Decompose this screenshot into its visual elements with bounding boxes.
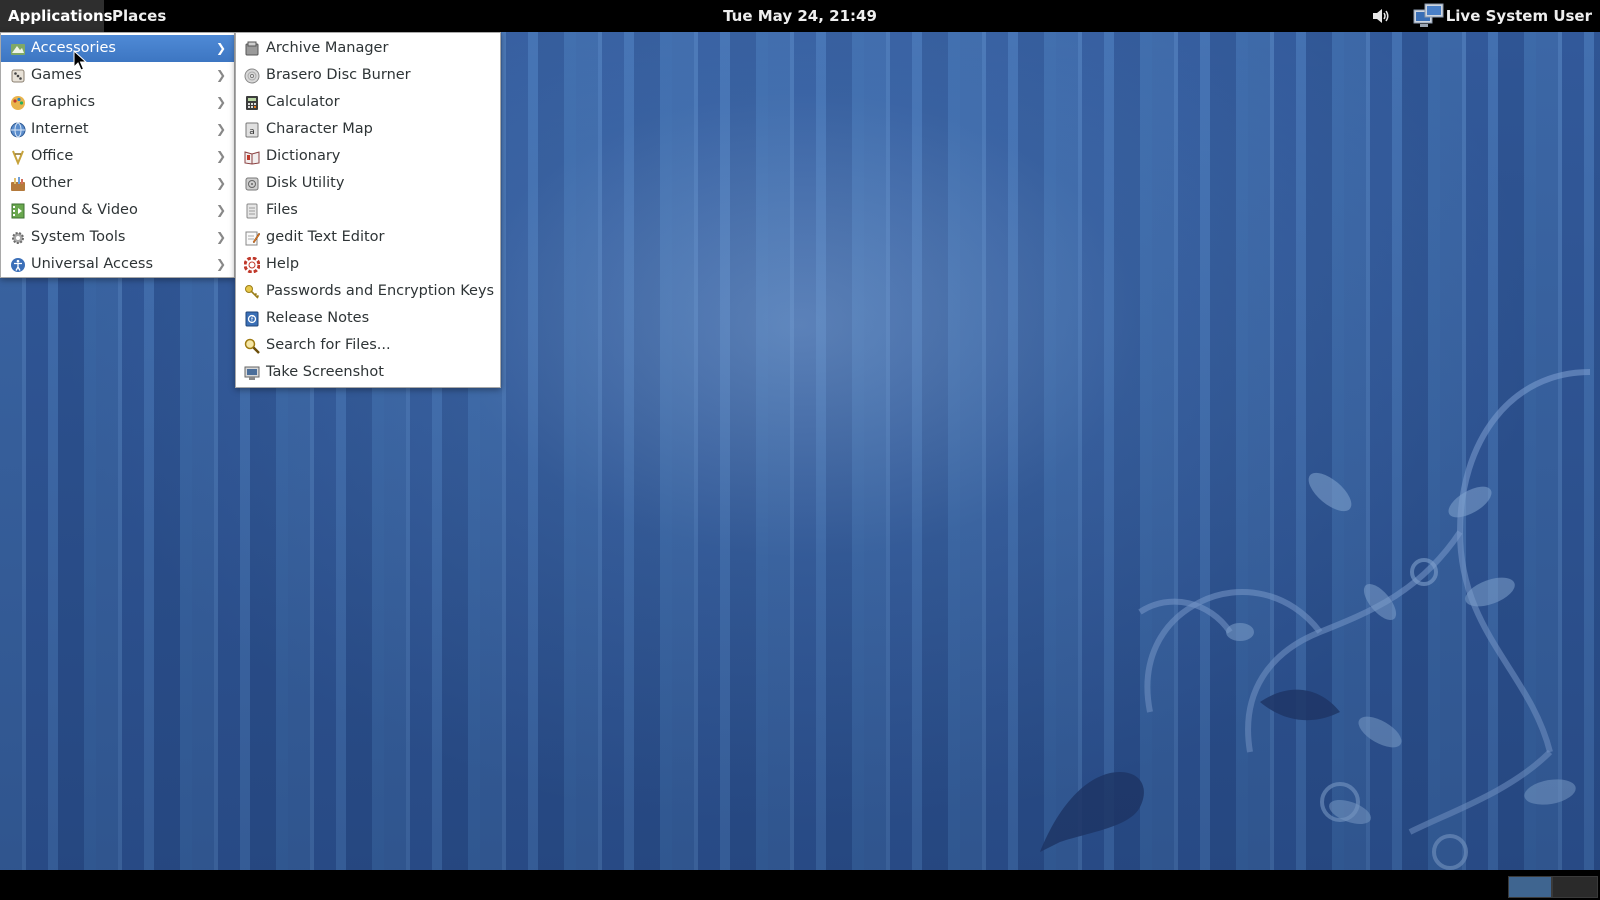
- applications-categories-menu: Accessories ❯ Games ❯ Graphics ❯ Interne…: [0, 32, 235, 278]
- menu-item-search-for-files[interactable]: Search for Files...: [236, 332, 500, 359]
- menu-item-dictionary[interactable]: Dictionary: [236, 143, 500, 170]
- menu-item-disk-utility[interactable]: Disk Utility: [236, 170, 500, 197]
- menu-category-universal-access[interactable]: Universal Access ❯: [1, 251, 234, 278]
- games-icon: [11, 69, 25, 83]
- top-panel: Applications Places Tue May 24, 21:49 Li…: [0, 0, 1600, 32]
- menu-item-archive-manager[interactable]: Archive Manager: [236, 35, 500, 62]
- keys-icon: [245, 285, 260, 299]
- menu-category-label: Internet: [31, 121, 89, 137]
- menu-item-label: Brasero Disc Burner: [266, 67, 411, 83]
- menu-category-system-tools[interactable]: System Tools ❯: [1, 224, 234, 251]
- menu-category-other[interactable]: Other ❯: [1, 170, 234, 197]
- office-icon: [12, 150, 24, 165]
- applications-menu-button[interactable]: Applications: [0, 0, 113, 32]
- svg-text:a: a: [249, 127, 255, 137]
- chevron-right-icon: ❯: [215, 203, 226, 217]
- other-icon: [11, 177, 25, 191]
- menu-category-label: Graphics: [31, 94, 96, 110]
- chevron-right-icon: ❯: [215, 122, 226, 136]
- bottom-panel: [0, 870, 1600, 900]
- menu-item-label: gedit Text Editor: [266, 229, 385, 245]
- files-icon: [246, 203, 258, 219]
- menu-category-graphics[interactable]: Graphics ❯: [1, 89, 234, 116]
- character-map-icon: a: [245, 122, 259, 138]
- menu-item-label: Disk Utility: [266, 175, 345, 191]
- places-menu-button[interactable]: Places: [104, 0, 174, 32]
- chevron-right-icon: ❯: [215, 230, 226, 244]
- menu-item-label: Character Map: [266, 121, 373, 137]
- accessories-submenu: Archive Manager Brasero Disc Burner Calc…: [235, 32, 501, 388]
- archive-manager-icon: [245, 41, 259, 56]
- disk-utility-icon: [245, 177, 259, 191]
- menu-item-calculator[interactable]: Calculator: [236, 89, 500, 116]
- menu-item-take-screenshot[interactable]: Take Screenshot: [236, 359, 500, 386]
- text-editor-icon: [245, 231, 260, 246]
- accessories-icon: [11, 44, 25, 55]
- menu-item-label: Passwords and Encryption Keys: [266, 283, 495, 299]
- menu-item-label: Search for Files...: [266, 337, 391, 353]
- calculator-icon: [246, 96, 258, 110]
- menu-item-label: Files: [266, 202, 298, 218]
- workspace-switcher-1[interactable]: [1508, 876, 1552, 898]
- chevron-right-icon: ❯: [215, 149, 226, 163]
- system-tools-icon: [12, 232, 24, 244]
- menu-item-label: Release Notes: [266, 310, 370, 326]
- user-menu[interactable]: Live System User: [1446, 0, 1592, 32]
- dictionary-icon: [244, 151, 260, 165]
- release-notes-icon: f: [245, 311, 259, 327]
- menu-item-release-notes[interactable]: f Release Notes: [236, 305, 500, 332]
- menu-category-accessories[interactable]: Accessories ❯: [1, 35, 234, 62]
- menu-item-character-map[interactable]: a Character Map: [236, 116, 500, 143]
- menu-category-label: Other: [31, 175, 73, 191]
- workspace-switcher-2[interactable]: [1552, 876, 1598, 898]
- internet-icon: [10, 122, 26, 138]
- help-icon: [244, 257, 260, 273]
- chevron-right-icon: ❯: [215, 68, 226, 82]
- network-icon[interactable]: [1412, 2, 1446, 30]
- screenshot-icon: [244, 366, 260, 380]
- menu-category-sound-video[interactable]: Sound & Video ❯: [1, 197, 234, 224]
- menu-item-label: Take Screenshot: [266, 364, 384, 380]
- chevron-right-icon: ❯: [215, 41, 226, 55]
- graphics-icon: [11, 96, 25, 110]
- chevron-right-icon: ❯: [215, 176, 226, 190]
- chevron-right-icon: ❯: [215, 257, 226, 271]
- menu-category-office[interactable]: Office ❯: [1, 143, 234, 170]
- menu-item-label: Archive Manager: [266, 40, 389, 56]
- chevron-right-icon: ❯: [215, 95, 226, 109]
- volume-icon[interactable]: [1372, 8, 1390, 24]
- search-icon: [244, 338, 260, 354]
- clock[interactable]: Tue May 24, 21:49: [723, 7, 877, 25]
- menu-item-label: Calculator: [266, 94, 340, 110]
- universal-access-icon: [11, 258, 25, 272]
- wallpaper-floral-art: [1040, 369, 1591, 870]
- menu-item-help[interactable]: Help: [236, 251, 500, 278]
- menu-item-label: Help: [266, 256, 300, 272]
- menu-item-gedit-text-editor[interactable]: gedit Text Editor: [236, 224, 500, 251]
- disc-burner-icon: [244, 68, 260, 84]
- menu-category-label: System Tools: [31, 229, 126, 245]
- menu-item-passwords-keys[interactable]: Passwords and Encryption Keys: [236, 278, 500, 305]
- menu-category-games[interactable]: Games ❯: [1, 62, 234, 89]
- menu-category-label: Office: [31, 148, 74, 164]
- menu-item-label: Dictionary: [266, 148, 341, 164]
- sound-video-icon: [11, 203, 25, 219]
- menu-category-internet[interactable]: Internet ❯: [1, 116, 234, 143]
- menu-item-files[interactable]: Files: [236, 197, 500, 224]
- mouse-cursor-icon: [73, 50, 87, 71]
- menu-item-brasero-disc-burner[interactable]: Brasero Disc Burner: [236, 62, 500, 89]
- menu-category-label: Universal Access: [31, 256, 154, 272]
- menu-category-label: Sound & Video: [31, 202, 138, 218]
